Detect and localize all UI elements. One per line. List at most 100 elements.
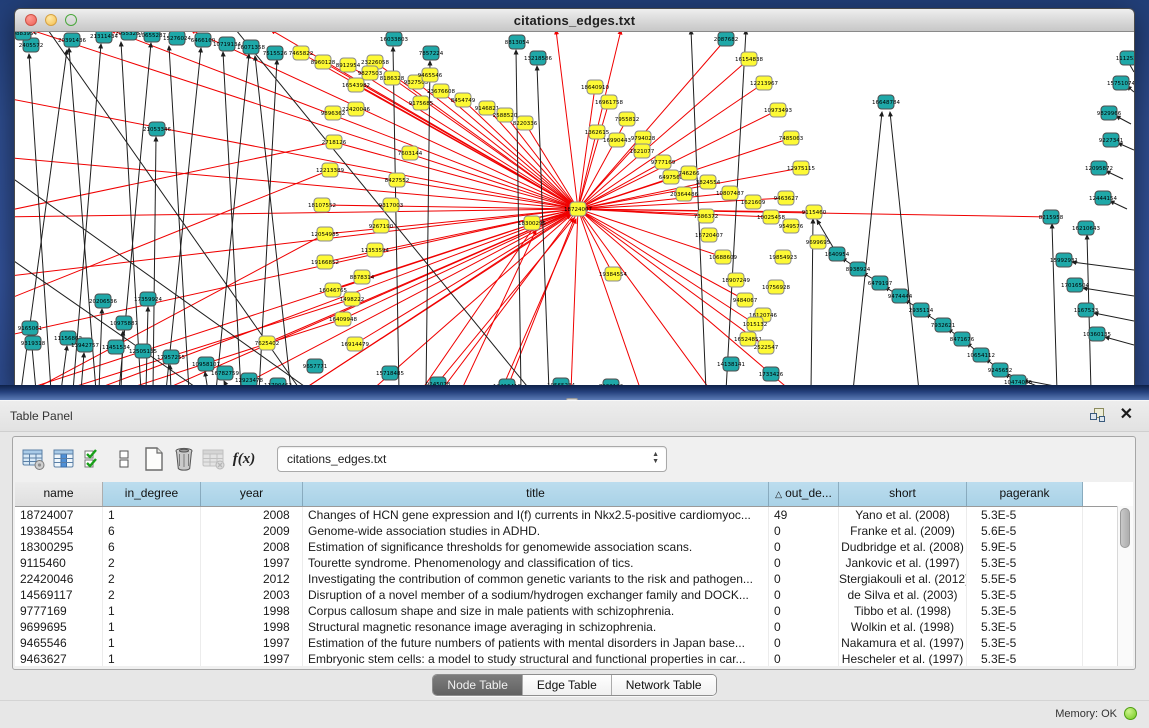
cell-name[interactable]: 14569117 xyxy=(15,587,103,603)
graph-node[interactable]: 16154838 xyxy=(735,52,763,66)
cell-year[interactable]: 1998 xyxy=(201,619,303,635)
graph-node[interactable]: 15992931 xyxy=(1050,253,1078,267)
graph-node[interactable]: 1621077 xyxy=(630,144,655,158)
cell-year[interactable]: 2012 xyxy=(201,571,303,587)
cell-in-degree[interactable]: 1 xyxy=(103,619,201,635)
graph-node[interactable]: 9245652 xyxy=(988,363,1013,377)
cell-in-degree[interactable]: 6 xyxy=(103,523,201,539)
cell-in-degree[interactable]: 1 xyxy=(103,651,201,666)
cell-short[interactable]: Yano et al. (2008) xyxy=(839,507,967,523)
graph-node[interactable]: 10654112 xyxy=(967,348,995,362)
cell-title[interactable]: Corpus callosum shape and size in male p… xyxy=(303,603,769,619)
table-settings-icon[interactable] xyxy=(21,446,47,472)
citation-network-graph[interactable]: 2405572203914362131143420553287106552871… xyxy=(15,32,1134,390)
table-row[interactable]: 911546021997Tourette syndrome. Phenomeno… xyxy=(15,555,1133,571)
cell-out-de-[interactable]: 0 xyxy=(769,603,839,619)
cell-in-degree[interactable]: 1 xyxy=(103,507,201,523)
window-titlebar[interactable]: citations_edges.txt xyxy=(15,9,1134,32)
cell-year[interactable]: 1997 xyxy=(201,635,303,651)
cell-name[interactable]: 18300295 xyxy=(15,539,103,555)
cell-short[interactable]: Tibbo et al. (1998) xyxy=(839,603,967,619)
cell-out-de-[interactable]: 0 xyxy=(769,571,839,587)
graph-node[interactable]: 18640910 xyxy=(581,80,609,94)
cell-pagerank[interactable]: 5.3E-5 xyxy=(967,603,1083,619)
cell-in-degree[interactable]: 2 xyxy=(103,587,201,603)
graph-node[interactable]: 9319318 xyxy=(21,336,46,350)
cell-pagerank[interactable]: 5.3E-5 xyxy=(967,587,1083,603)
new-table-icon[interactable] xyxy=(141,446,167,472)
graph-node[interactable]: 12975115 xyxy=(787,161,815,175)
graph-node[interactable]: 16210643 xyxy=(1072,221,1100,235)
row-height-icon[interactable] xyxy=(111,446,137,472)
cell-short[interactable]: Franke et al. (2009) xyxy=(839,523,967,539)
graph-node[interactable]: 23676608 xyxy=(427,84,455,98)
graph-node[interactable]: 13218586 xyxy=(524,51,552,65)
cell-out-de-[interactable]: 0 xyxy=(769,619,839,635)
graph-node[interactable]: 9463627 xyxy=(774,191,799,205)
graph-node[interactable]: 10756928 xyxy=(762,280,790,294)
graph-node[interactable]: 22420046 xyxy=(342,102,370,116)
graph-node[interactable]: 7857224 xyxy=(419,46,444,60)
cell-title[interactable]: Disruption of a novel member of a sodium… xyxy=(303,587,769,603)
table-row[interactable]: 969969511998Structural magnetic resonanc… xyxy=(15,619,1133,635)
table-source-dropdown[interactable]: citations_edges.txt ▲▼ xyxy=(277,446,667,472)
graph-node[interactable]: 7485063 xyxy=(779,131,804,145)
cell-in-degree[interactable]: 1 xyxy=(103,635,201,651)
graph-node[interactable]: 18907249 xyxy=(722,273,750,287)
cell-title[interactable]: Tourette syndrome. Phenomenology and cla… xyxy=(303,555,769,571)
cell-name[interactable]: 9777169 xyxy=(15,603,103,619)
cell-in-degree[interactable]: 6 xyxy=(103,539,201,555)
cell-name[interactable]: 9699695 xyxy=(15,619,103,635)
table-row[interactable]: 977716911998Corpus callosum shape and si… xyxy=(15,603,1133,619)
graph-node[interactable]: 21053346 xyxy=(143,122,171,136)
column-header-in-degree[interactable]: in_degree xyxy=(103,482,201,506)
graph-node[interactable]: 11353594 xyxy=(361,243,389,257)
graph-node[interactable]: 8938924 xyxy=(846,262,871,276)
graph-node[interactable]: 19854923 xyxy=(769,250,797,264)
graph-node[interactable]: 16071358 xyxy=(237,40,265,54)
graph-node[interactable]: 2718126 xyxy=(322,135,347,149)
cell-title[interactable]: Estimation of the future numbers of pati… xyxy=(303,635,769,651)
cell-year[interactable]: 2008 xyxy=(201,507,303,523)
cell-pagerank[interactable]: 5.3E-5 xyxy=(967,507,1083,523)
column-header-year[interactable]: year xyxy=(201,482,303,506)
float-panel-icon[interactable] xyxy=(1090,408,1105,422)
graph-node[interactable]: 20391436 xyxy=(58,33,86,47)
table-row[interactable]: 1872400712008Changes of HCN gene express… xyxy=(15,507,1133,523)
cell-in-degree[interactable]: 2 xyxy=(103,571,201,587)
graph-node[interactable]: 10975887 xyxy=(110,316,138,330)
graph-node[interactable]: 16033803 xyxy=(380,32,408,46)
graph-node[interactable]: 12213967 xyxy=(750,76,778,90)
cell-title[interactable]: Estimation of significance thresholds fo… xyxy=(303,539,769,555)
cell-name[interactable]: 18724007 xyxy=(15,507,103,523)
cell-year[interactable]: 1997 xyxy=(201,555,303,571)
table-row[interactable]: 2242004622012Investigating the contribut… xyxy=(15,571,1133,587)
graph-node[interactable]: 8471676 xyxy=(950,332,975,346)
cell-short[interactable]: Hescheler et al. (1997) xyxy=(839,651,967,666)
graph-node[interactable]: 8215958 xyxy=(1039,210,1064,224)
column-header-out-de-[interactable]: △out_de... xyxy=(769,482,839,506)
cell-year[interactable]: 1997 xyxy=(201,651,303,666)
cell-short[interactable]: Wolkin et al. (1998) xyxy=(839,619,967,635)
delete-table-icon[interactable] xyxy=(171,446,197,472)
cell-out-de-[interactable]: 0 xyxy=(769,539,839,555)
column-header-pagerank[interactable]: pagerank xyxy=(967,482,1083,506)
close-icon[interactable]: ✕ xyxy=(1120,404,1133,424)
graph-node[interactable]: 11451534 xyxy=(102,340,130,354)
graph-node[interactable]: 1167533 xyxy=(1074,303,1099,317)
cell-name[interactable]: 9463627 xyxy=(15,651,103,666)
cell-year[interactable]: 2009 xyxy=(201,523,303,539)
tab-edge-table[interactable]: Edge Table xyxy=(523,675,612,695)
cell-short[interactable]: Dudbridge et al. (2008) xyxy=(839,539,967,555)
graph-node[interactable]: 7932621 xyxy=(931,318,956,332)
cell-name[interactable]: 9465546 xyxy=(15,635,103,651)
graph-node[interactable]: 2087682 xyxy=(714,32,739,46)
cell-in-degree[interactable]: 1 xyxy=(103,603,201,619)
network-canvas[interactable]: 2405572203914362131143420553287106552871… xyxy=(15,32,1134,390)
graph-node[interactable]: 15718485 xyxy=(376,366,404,380)
cell-title[interactable]: Investigating the contribution of common… xyxy=(303,571,769,587)
graph-node[interactable]: 10807487 xyxy=(716,186,744,200)
cell-in-degree[interactable]: 2 xyxy=(103,555,201,571)
graph-node[interactable]: 7955812 xyxy=(615,112,640,126)
graph-node[interactable]: 12213389 xyxy=(316,163,344,177)
